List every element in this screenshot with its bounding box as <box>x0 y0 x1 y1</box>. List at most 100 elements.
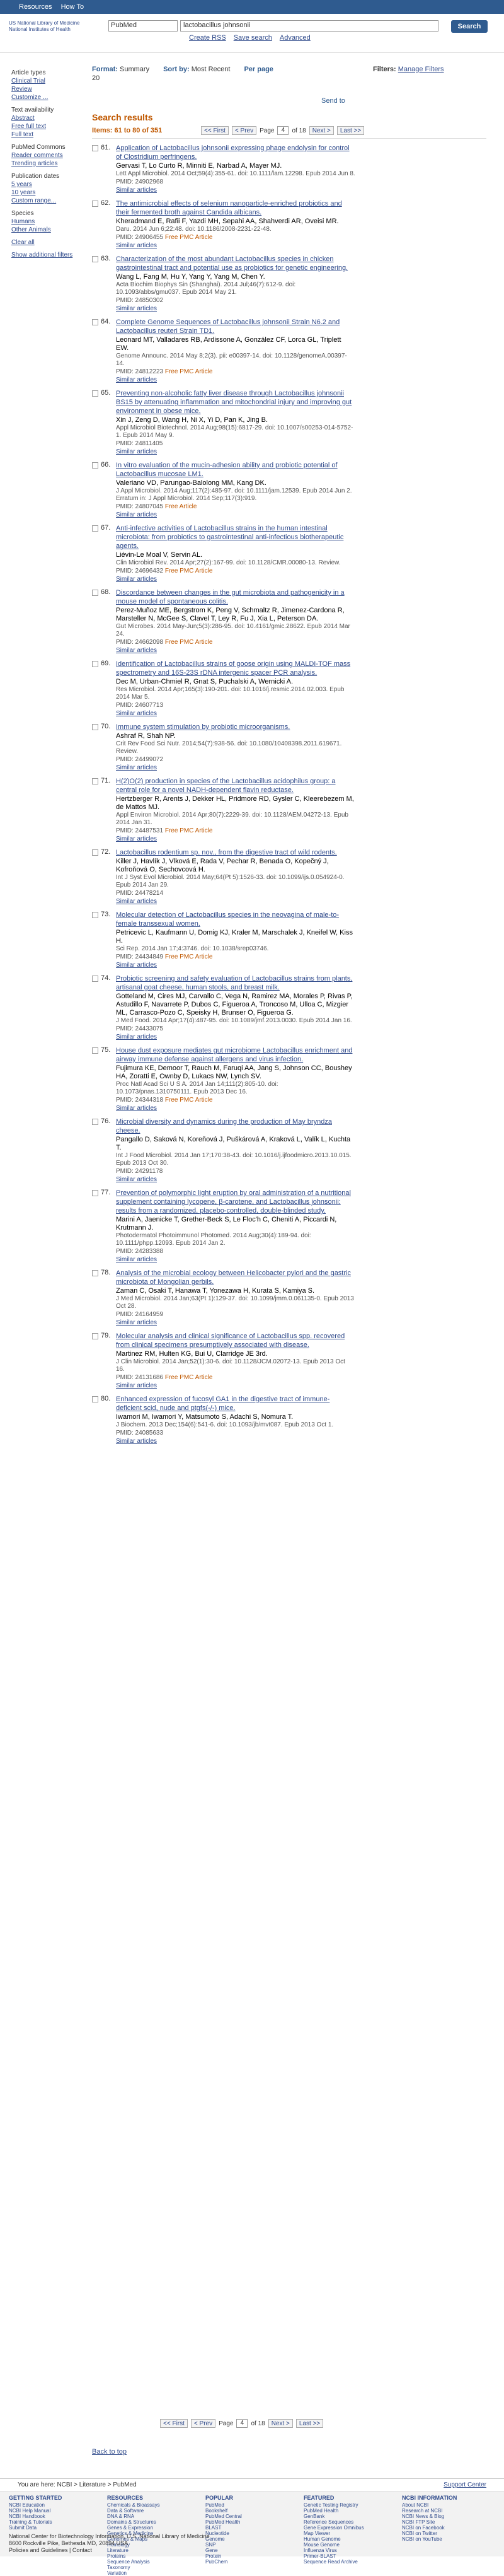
result-checkbox[interactable] <box>92 256 98 262</box>
footer-link[interactable]: Variation <box>107 2570 200 2576</box>
policies-links[interactable]: Policies and Guidelines | Contact <box>9 2547 210 2554</box>
result-title-link[interactable]: Analysis of the microbial ecology betwee… <box>116 1269 355 1286</box>
perpage-setting[interactable]: Per page <box>244 66 273 73</box>
footer-link[interactable]: Genetic Testing Registry <box>304 2502 397 2508</box>
result-checkbox[interactable] <box>92 201 98 207</box>
result-checkbox[interactable] <box>92 145 98 151</box>
sort-setting[interactable]: Sort by: Most Recent <box>163 66 230 73</box>
footer-link[interactable]: Training & Tutorials <box>9 2519 102 2525</box>
back-to-top-link[interactable]: Back to top <box>92 2448 127 2456</box>
result-title-link[interactable]: Complete Genome Sequences of Lactobacill… <box>116 318 355 335</box>
create-rss-link[interactable]: Create RSS <box>189 34 226 42</box>
footer-link[interactable]: NCBI FTP Site <box>402 2519 495 2525</box>
result-checkbox[interactable] <box>92 976 98 982</box>
similar-articles-link[interactable]: Similar articles <box>116 709 355 718</box>
similar-articles-link[interactable]: Similar articles <box>116 1437 355 1445</box>
last-page-button-bottom[interactable]: Last >> <box>295 2419 324 2428</box>
similar-articles-link[interactable]: Similar articles <box>116 1256 355 1264</box>
resources-menu[interactable]: Resources <box>19 3 52 11</box>
footer-link[interactable]: Genome <box>205 2536 299 2542</box>
result-title-link[interactable]: In vitro evaluation of the mucin-adhesio… <box>116 461 355 479</box>
first-page-button[interactable]: << First <box>201 126 229 135</box>
similar-articles-link[interactable]: Similar articles <box>116 764 355 772</box>
sidebar-filter-link[interactable]: Clear all <box>11 239 82 247</box>
footer-link[interactable]: Genes & Expression <box>107 2525 200 2531</box>
similar-articles-link[interactable]: Similar articles <box>116 961 355 969</box>
similar-articles-link[interactable]: Similar articles <box>116 376 355 384</box>
page-number-input[interactable]: 4 <box>277 126 289 135</box>
database-select[interactable]: PubMed <box>108 20 178 32</box>
footer-link[interactable]: Research at NCBI <box>402 2508 495 2514</box>
similar-articles-link[interactable]: Similar articles <box>116 646 355 655</box>
result-title-link[interactable]: Application of Lactobacillus johnsonii e… <box>116 144 355 161</box>
result-title-link[interactable]: Identification of Lactobacillus strains … <box>116 660 355 677</box>
support-center-link[interactable]: Support Center <box>444 2481 486 2488</box>
nlm-logo[interactable]: US National Library of Medicine National… <box>9 20 84 33</box>
search-button[interactable]: Search <box>451 20 488 33</box>
footer-link[interactable]: Gene <box>205 2548 299 2553</box>
sidebar-filter-link[interactable]: Trending articles <box>11 160 82 168</box>
sidebar-filter-link[interactable]: Show additional filters <box>11 252 82 259</box>
result-checkbox[interactable] <box>92 590 98 596</box>
format-setting[interactable]: Format: Summary <box>92 66 149 73</box>
sidebar-filter-link[interactable]: Full text <box>11 131 82 139</box>
result-title-link[interactable]: Discordance between changes in the gut m… <box>116 588 355 606</box>
result-title-link[interactable]: Lactobacillus rodentium sp. nov., from t… <box>116 848 355 857</box>
free-article-badge[interactable]: Free PMC Article <box>165 368 213 375</box>
similar-articles-link[interactable]: Similar articles <box>116 575 355 583</box>
similar-articles-link[interactable]: Similar articles <box>116 897 355 906</box>
footer-link[interactable]: PubMed <box>205 2502 299 2508</box>
free-article-badge[interactable]: Free PMC Article <box>165 827 213 834</box>
footer-link[interactable]: PubChem <box>205 2559 299 2565</box>
result-title-link[interactable]: Prevention of polymorphic light eruption… <box>116 1189 355 1215</box>
sidebar-filter-link[interactable]: Customize ... <box>11 94 82 102</box>
prev-page-button[interactable]: < Prev <box>231 126 257 135</box>
footer-link[interactable]: NCBI Handbook <box>9 2514 102 2519</box>
free-article-badge[interactable]: Free PMC Article <box>165 568 213 574</box>
footer-link[interactable]: PubMed Central <box>205 2514 299 2519</box>
footer-link[interactable]: DNA & RNA <box>107 2514 200 2519</box>
result-title-link[interactable]: Molecular analysis and clinical signific… <box>116 1332 355 1349</box>
result-title-link[interactable]: Characterization of the most abundant La… <box>116 255 355 272</box>
result-title-link[interactable]: Probiotic screening and safety evaluatio… <box>116 974 355 992</box>
footer-link[interactable]: SNP <box>205 2542 299 2548</box>
footer-link[interactable]: Chemicals & Bioassays <box>107 2502 200 2508</box>
result-checkbox[interactable] <box>92 849 98 856</box>
footer-link[interactable]: Domains & Structures <box>107 2519 200 2525</box>
sidebar-filter-link[interactable]: Other Animals <box>11 226 82 234</box>
similar-articles-link[interactable]: Similar articles <box>116 1319 355 1327</box>
footer-link[interactable]: Influenza Virus <box>304 2548 397 2553</box>
next-page-button[interactable]: Next > <box>309 126 334 135</box>
footer-link[interactable]: NCBI News & Blog <box>402 2514 495 2519</box>
last-page-button[interactable]: Last >> <box>336 126 365 135</box>
next-page-button-bottom[interactable]: Next > <box>268 2419 293 2428</box>
result-checkbox[interactable] <box>92 1190 98 1196</box>
similar-articles-link[interactable]: Similar articles <box>116 1175 355 1184</box>
free-article-badge[interactable]: Free PMC Article <box>165 234 213 241</box>
result-checkbox[interactable] <box>92 912 98 918</box>
result-checkbox[interactable] <box>92 462 98 469</box>
footer-link[interactable]: Mouse Genome <box>304 2542 397 2548</box>
footer-link[interactable]: NCBI on Twitter <box>402 2531 495 2536</box>
similar-articles-link[interactable]: Similar articles <box>116 448 355 456</box>
sidebar-filter-link[interactable]: 10 years <box>11 189 82 197</box>
sidebar-filter-link[interactable]: Review <box>11 86 82 93</box>
result-checkbox[interactable] <box>92 778 98 784</box>
result-title-link[interactable]: Immune system stimulation by probiotic m… <box>116 723 355 731</box>
footer-link[interactable]: Reference Sequences <box>304 2519 397 2525</box>
footer-link[interactable]: Nucleotide <box>205 2531 299 2536</box>
sidebar-filter-link[interactable]: Reader comments <box>11 152 82 160</box>
result-checkbox[interactable] <box>92 1047 98 1054</box>
similar-articles-link[interactable]: Similar articles <box>116 1033 355 1041</box>
footer-link[interactable]: PubMed Health <box>205 2519 299 2525</box>
result-checkbox[interactable] <box>92 1119 98 1125</box>
footer-link[interactable]: Taxonomy <box>107 2565 200 2570</box>
footer-link[interactable]: PubMed Health <box>304 2508 397 2514</box>
sidebar-filter-link[interactable]: Clinical Trial <box>11 78 82 85</box>
advanced-search-link[interactable]: Advanced <box>280 34 311 42</box>
free-article-badge[interactable]: Free PMC Article <box>165 639 213 646</box>
footer-link[interactable]: Human Genome <box>304 2536 397 2542</box>
similar-articles-link[interactable]: Similar articles <box>116 242 355 250</box>
result-checkbox[interactable] <box>92 525 98 532</box>
result-checkbox[interactable] <box>92 319 98 325</box>
